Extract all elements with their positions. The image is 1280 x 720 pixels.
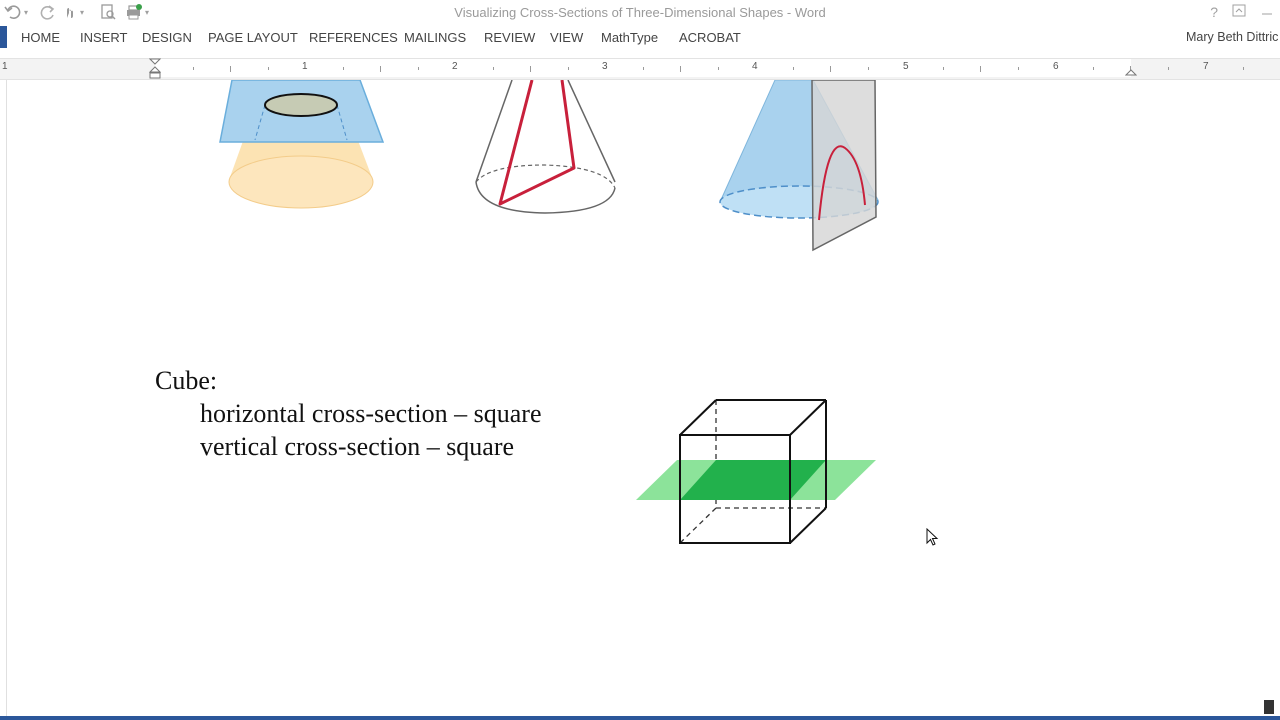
ruler-tick bbox=[980, 66, 981, 72]
horizontal-cross-section-line: horizontal cross-section – square bbox=[200, 399, 542, 428]
tab-view[interactable]: VIEW bbox=[550, 30, 583, 45]
ruler-tick bbox=[830, 66, 831, 72]
window-controls: ? bbox=[1210, 4, 1274, 20]
vertical-cross-section-line: vertical cross-section – square bbox=[200, 432, 515, 461]
ruler-number: 2 bbox=[452, 61, 458, 72]
ribbon-display-options-icon[interactable] bbox=[1232, 4, 1246, 18]
ruler-tick bbox=[417, 67, 419, 70]
ruler-tick bbox=[267, 67, 269, 70]
tab-acrobat[interactable]: ACROBAT bbox=[679, 30, 741, 45]
ruler-tick bbox=[192, 67, 194, 70]
ruler-tick bbox=[380, 66, 381, 72]
file-tab-edge[interactable] bbox=[0, 26, 7, 48]
tab-home[interactable]: HOME bbox=[21, 30, 60, 45]
ruler-tick bbox=[342, 67, 344, 70]
status-bar bbox=[0, 716, 1280, 720]
ruler-number: 3 bbox=[602, 61, 608, 72]
ruler-tick bbox=[230, 66, 231, 72]
cube-heading: Cube: bbox=[155, 366, 218, 395]
ribbon-tabs: HOME INSERT DESIGN PAGE LAYOUT REFERENCE… bbox=[0, 26, 1280, 50]
tab-review[interactable]: REVIEW bbox=[484, 30, 535, 45]
ruler-tick bbox=[1242, 67, 1244, 70]
horizontal-ruler[interactable]: 1 1 2 3 4 5 6 7 bbox=[0, 58, 1280, 80]
ruler-tick bbox=[567, 67, 569, 70]
ruler-tick bbox=[717, 67, 719, 70]
scrollbar-thumb[interactable] bbox=[1264, 700, 1274, 714]
ruler-number: 4 bbox=[752, 61, 758, 72]
ruler-number: 1 bbox=[302, 61, 308, 72]
tab-page-layout[interactable]: PAGE LAYOUT bbox=[208, 30, 298, 45]
ruler-tick bbox=[642, 67, 644, 70]
ruler-tick bbox=[530, 66, 531, 72]
help-button[interactable]: ? bbox=[1210, 4, 1218, 20]
ruler-number: 6 bbox=[1053, 61, 1059, 72]
ruler-tick bbox=[1017, 67, 1019, 70]
ruler-tick bbox=[792, 67, 794, 70]
tab-references[interactable]: REFERENCES bbox=[309, 30, 398, 45]
minimize-icon[interactable] bbox=[1260, 4, 1274, 18]
right-indent-marker-icon[interactable] bbox=[1125, 65, 1137, 77]
ruler-tick bbox=[1092, 67, 1094, 70]
page-left-edge bbox=[6, 80, 7, 716]
cone-vertical-triangle-figure bbox=[475, 80, 616, 214]
ruler-number: 1 bbox=[2, 61, 8, 72]
ruler-tick bbox=[680, 66, 681, 72]
cone-parabola-section-figure bbox=[719, 80, 879, 252]
title-bar: ▾ ▾ ▾ Visualizing Cross-Sections of Thre… bbox=[0, 0, 1280, 26]
mouse-pointer-icon bbox=[926, 528, 939, 546]
tab-insert[interactable]: INSERT bbox=[80, 30, 127, 45]
document-page[interactable]: Cube: horizontal cross-section – square … bbox=[0, 80, 1280, 716]
tab-mathtype[interactable]: MathType bbox=[601, 30, 658, 45]
ruler-tick bbox=[942, 67, 944, 70]
cone-horizontal-section-figure bbox=[219, 80, 385, 209]
ruler-number: 5 bbox=[903, 61, 909, 72]
ruler-tick bbox=[867, 67, 869, 70]
window-title: Visualizing Cross-Sections of Three-Dime… bbox=[454, 5, 826, 20]
tab-design[interactable]: DESIGN bbox=[142, 30, 192, 45]
ruler-tick bbox=[492, 67, 494, 70]
user-name[interactable]: Mary Beth Dittric bbox=[1186, 30, 1278, 44]
ruler-number: 7 bbox=[1203, 61, 1209, 72]
indent-marker-icon[interactable] bbox=[149, 58, 161, 80]
ruler-tick bbox=[1167, 67, 1169, 70]
tab-mailings[interactable]: MAILINGS bbox=[404, 30, 466, 45]
cube-cross-section-figure bbox=[636, 399, 876, 544]
